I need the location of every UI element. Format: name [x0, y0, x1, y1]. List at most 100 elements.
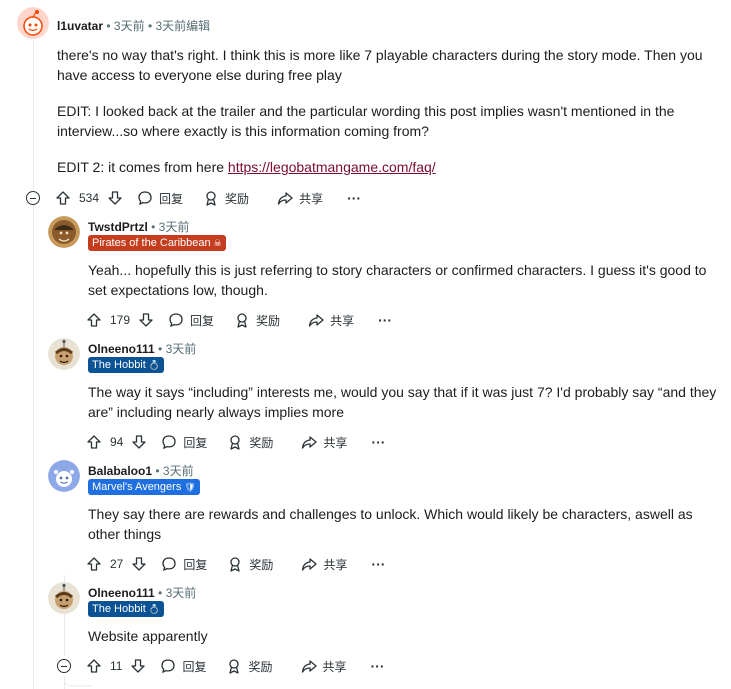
reply-label: 回复: [190, 313, 215, 328]
upvote-button[interactable]: [86, 556, 102, 572]
more-icon: ···: [370, 658, 385, 674]
comment-header: Olneeno111 • 3天前: [88, 586, 197, 600]
reply-button[interactable]: 回复: [137, 190, 183, 207]
more-button[interactable]: ···: [371, 556, 385, 572]
reply-button[interactable]: 回复: [161, 434, 207, 451]
reply-icon: [162, 557, 177, 572]
award-button[interactable]: 奖励: [227, 556, 273, 573]
avatar[interactable]: [17, 7, 49, 39]
downvote-button[interactable]: [107, 190, 123, 206]
share-label: 共享: [322, 659, 347, 674]
more-button[interactable]: ···: [371, 658, 385, 674]
reply-label: 回复: [183, 435, 208, 450]
comment-text: Website apparently: [88, 628, 208, 644]
comment-text: They say there are rewards and challenge…: [88, 506, 693, 542]
avatar[interactable]: [48, 338, 80, 370]
downvote-button[interactable]: [130, 658, 146, 674]
flair-label: Pirates of the Caribbean: [92, 237, 211, 249]
reply-connector: [64, 676, 92, 687]
upvote-icon: [56, 191, 70, 205]
reply-button[interactable]: 回复: [168, 312, 214, 329]
reply-button[interactable]: 回复: [161, 556, 207, 573]
award-button[interactable]: 奖励: [234, 312, 280, 329]
share-button[interactable]: 共享: [301, 658, 347, 675]
comment-header: Olneeno111 • 3天前: [88, 342, 197, 356]
user-flair: Pirates of the Caribbean ☠: [88, 235, 226, 251]
collapse-icon[interactable]: [57, 659, 71, 673]
faq-link[interactable]: https://legobatmangame.com/faq/: [228, 159, 436, 175]
reply-label: 回复: [183, 557, 208, 572]
skull-icon: ☠: [213, 238, 222, 249]
thread-line-root-lower: [33, 205, 34, 689]
user-flair: The Hobbit 💍: [88, 357, 165, 373]
avatar[interactable]: [48, 460, 80, 492]
username[interactable]: Olneeno111: [88, 586, 155, 600]
share-button[interactable]: 共享: [277, 190, 323, 207]
share-button[interactable]: 共享: [301, 434, 347, 451]
more-button[interactable]: ···: [378, 312, 392, 328]
downvote-icon: [131, 659, 146, 673]
timestamp: 3天前: [162, 464, 194, 478]
more-icon: ···: [371, 556, 386, 572]
reply-icon: [138, 191, 152, 206]
username[interactable]: Balabaloo1: [88, 464, 152, 478]
comment-paragraph: there's no way that's right. I think thi…: [57, 47, 703, 83]
username[interactable]: Olneeno111: [88, 342, 155, 356]
upvote-button[interactable]: [55, 190, 71, 206]
award-button[interactable]: 奖励: [227, 434, 273, 451]
action-bar: 94 回复 奖励 共享 ···: [86, 430, 385, 454]
timestamp: 3天前: [165, 342, 197, 356]
share-label: 共享: [323, 557, 348, 572]
share-button[interactable]: 共享: [301, 556, 347, 573]
award-button[interactable]: 奖励: [226, 658, 273, 675]
action-bar: 11 回复 奖励 共享 ···: [86, 654, 385, 678]
share-label: 共享: [330, 313, 355, 328]
comment-body: The way it says “including” interests me…: [88, 382, 728, 422]
comment-paragraph: EDIT: I looked back at the trailer and t…: [57, 103, 675, 139]
share-icon: [277, 192, 293, 205]
share-label: 共享: [323, 435, 348, 450]
reply-button[interactable]: 回复: [160, 658, 206, 675]
share-button[interactable]: 共享: [308, 312, 354, 329]
comment-body: They say there are rewards and challenge…: [88, 504, 728, 544]
comment-body: there's no way that's right. I think thi…: [57, 45, 731, 177]
thread-line-root: [33, 40, 34, 190]
upvote-icon: [87, 313, 101, 327]
comment-body: Yeah... hopefully this is just referring…: [88, 260, 728, 300]
reply-label: 回复: [159, 191, 184, 206]
comment-header: l1uvatar • 3天前 • 3天前编辑: [57, 19, 211, 33]
flair-label: The Hobbit: [92, 603, 146, 615]
award-label: 奖励: [249, 435, 274, 450]
collapse-icon[interactable]: [26, 191, 40, 205]
upvote-button[interactable]: [86, 658, 102, 674]
vote-count: 27: [110, 557, 124, 571]
upvote-icon: [87, 659, 101, 673]
downvote-button[interactable]: [131, 556, 147, 572]
award-label: 奖励: [249, 557, 274, 572]
comment-header: TwstdPrtzl • 3天前: [88, 220, 190, 234]
upvote-button[interactable]: [86, 312, 102, 328]
vote-count: 534: [79, 191, 100, 205]
more-button[interactable]: ···: [371, 434, 385, 450]
comment-paragraph: EDIT 2: it comes from here https://legob…: [57, 157, 731, 177]
more-button[interactable]: ···: [347, 190, 361, 206]
reply-icon: [162, 435, 177, 450]
ring-icon: 💍: [148, 360, 161, 371]
more-icon: ···: [378, 312, 393, 328]
username[interactable]: TwstdPrtzl: [88, 220, 148, 234]
shield-icon: 🛡: [184, 482, 196, 493]
upvote-button[interactable]: [86, 434, 102, 450]
username[interactable]: l1uvatar: [57, 19, 103, 33]
reply-icon: [161, 659, 176, 674]
award-button[interactable]: 奖励: [203, 190, 249, 207]
vote-count: 94: [110, 435, 124, 449]
downvote-button[interactable]: [138, 312, 154, 328]
downvote-button[interactable]: [131, 434, 147, 450]
avatar[interactable]: [48, 216, 80, 248]
downvote-icon: [132, 557, 147, 571]
reply-icon: [169, 313, 183, 328]
avatar[interactable]: [48, 582, 80, 614]
comment-header: Balabaloo1 • 3天前: [88, 464, 194, 478]
share-icon: [308, 314, 324, 327]
more-icon: ···: [347, 190, 362, 206]
